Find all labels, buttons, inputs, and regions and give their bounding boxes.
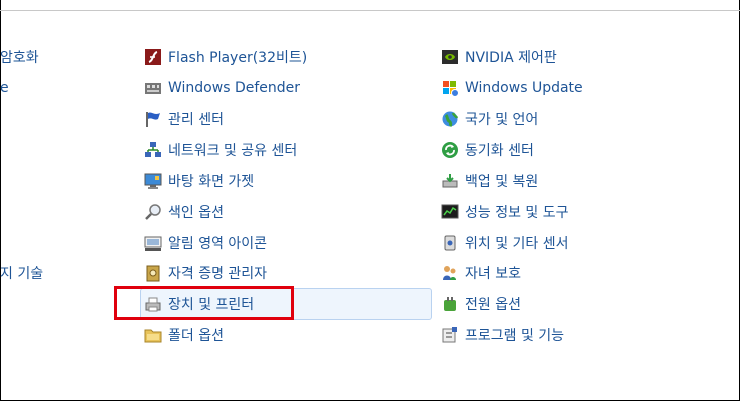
item-power-options[interactable]: 전원 옵션 bbox=[441, 292, 521, 316]
left-item-label: e bbox=[0, 80, 9, 96]
item-flash-player[interactable]: Flash Player(32비트) bbox=[144, 45, 307, 69]
parental-control-icon bbox=[441, 264, 459, 282]
window-frame bbox=[0, 0, 740, 401]
highlight-box bbox=[114, 286, 294, 320]
item-label: 자격 증명 관리자 bbox=[168, 266, 268, 282]
item-folder-options[interactable]: 폴더 옵션 bbox=[144, 323, 224, 347]
left-item-technology[interactable]: 지 기술 bbox=[0, 261, 43, 285]
item-backup-restore[interactable]: 백업 및 복원 bbox=[441, 169, 538, 193]
globe-icon bbox=[441, 110, 459, 128]
item-label: 관리 센터 bbox=[168, 112, 224, 128]
backup-icon bbox=[441, 172, 459, 190]
item-label: 바탕 화면 가젯 bbox=[168, 174, 255, 190]
item-region-language[interactable]: 국가 및 언어 bbox=[441, 107, 538, 131]
item-desktop-gadgets[interactable]: 바탕 화면 가젯 bbox=[144, 169, 254, 193]
item-parental-controls[interactable]: 자녀 보호 bbox=[441, 261, 521, 285]
sensor-icon bbox=[441, 234, 459, 252]
item-label: 동기화 센터 bbox=[465, 143, 534, 159]
item-label: 네트워크 및 공유 센터 bbox=[168, 143, 298, 159]
item-notification-area-icons[interactable]: 알림 영역 아이콘 bbox=[144, 231, 267, 255]
item-windows-defender[interactable]: Windows Defender bbox=[144, 76, 300, 100]
item-label: NVIDIA 제어판 bbox=[465, 50, 557, 66]
item-label: 전원 옵션 bbox=[465, 297, 521, 313]
item-action-center[interactable]: 관리 센터 bbox=[144, 107, 224, 131]
item-sync-center[interactable]: 동기화 센터 bbox=[441, 138, 534, 162]
left-item-encryption[interactable]: 암호화 bbox=[0, 45, 39, 69]
notification-area-icon bbox=[144, 234, 162, 252]
index-search-icon bbox=[144, 203, 162, 221]
item-network-sharing[interactable]: 네트워크 및 공유 센터 bbox=[144, 138, 297, 162]
defender-icon bbox=[144, 79, 162, 97]
item-label: 백업 및 복원 bbox=[465, 174, 539, 190]
item-label: 색인 옵션 bbox=[168, 205, 224, 221]
folder-icon bbox=[144, 326, 162, 344]
credential-safe-icon bbox=[144, 264, 162, 282]
item-indexing-options[interactable]: 색인 옵션 bbox=[144, 200, 224, 224]
flash-icon bbox=[144, 48, 162, 66]
item-label: 성능 정보 및 도구 bbox=[465, 205, 569, 221]
item-label: 자녀 보호 bbox=[465, 266, 521, 282]
item-performance-info[interactable]: 성능 정보 및 도구 bbox=[441, 200, 569, 224]
item-label: 폴더 옵션 bbox=[168, 328, 224, 344]
left-item-fragment[interactable]: e bbox=[0, 76, 9, 100]
performance-icon bbox=[441, 203, 459, 221]
left-item-label: 암호화 bbox=[0, 50, 39, 66]
item-programs-features[interactable]: 프로그램 및 기능 bbox=[441, 323, 564, 347]
item-label: Windows Defender bbox=[168, 80, 301, 96]
sync-icon bbox=[441, 141, 459, 159]
flag-icon bbox=[144, 110, 162, 128]
windows-update-icon bbox=[441, 79, 459, 97]
item-label: 프로그램 및 기능 bbox=[465, 328, 565, 344]
programs-icon bbox=[441, 326, 459, 344]
nvidia-icon bbox=[441, 48, 459, 66]
item-windows-update[interactable]: Windows Update bbox=[441, 76, 583, 100]
network-icon bbox=[144, 141, 162, 159]
item-label: Flash Player(32비트) bbox=[168, 50, 308, 66]
item-label: 위치 및 기타 센서 bbox=[465, 236, 569, 252]
item-label: 국가 및 언어 bbox=[465, 112, 539, 128]
left-item-label: 지 기술 bbox=[0, 266, 44, 282]
item-credential-manager[interactable]: 자격 증명 관리자 bbox=[144, 261, 267, 285]
power-icon bbox=[441, 295, 459, 313]
item-location-sensors[interactable]: 위치 및 기타 센서 bbox=[441, 231, 569, 255]
item-label: 알림 영역 아이콘 bbox=[168, 236, 268, 252]
separator-line bbox=[0, 10, 740, 11]
item-label: Windows Update bbox=[465, 80, 583, 96]
gadget-icon bbox=[144, 172, 162, 190]
item-nvidia-control-panel[interactable]: NVIDIA 제어판 bbox=[441, 45, 557, 69]
